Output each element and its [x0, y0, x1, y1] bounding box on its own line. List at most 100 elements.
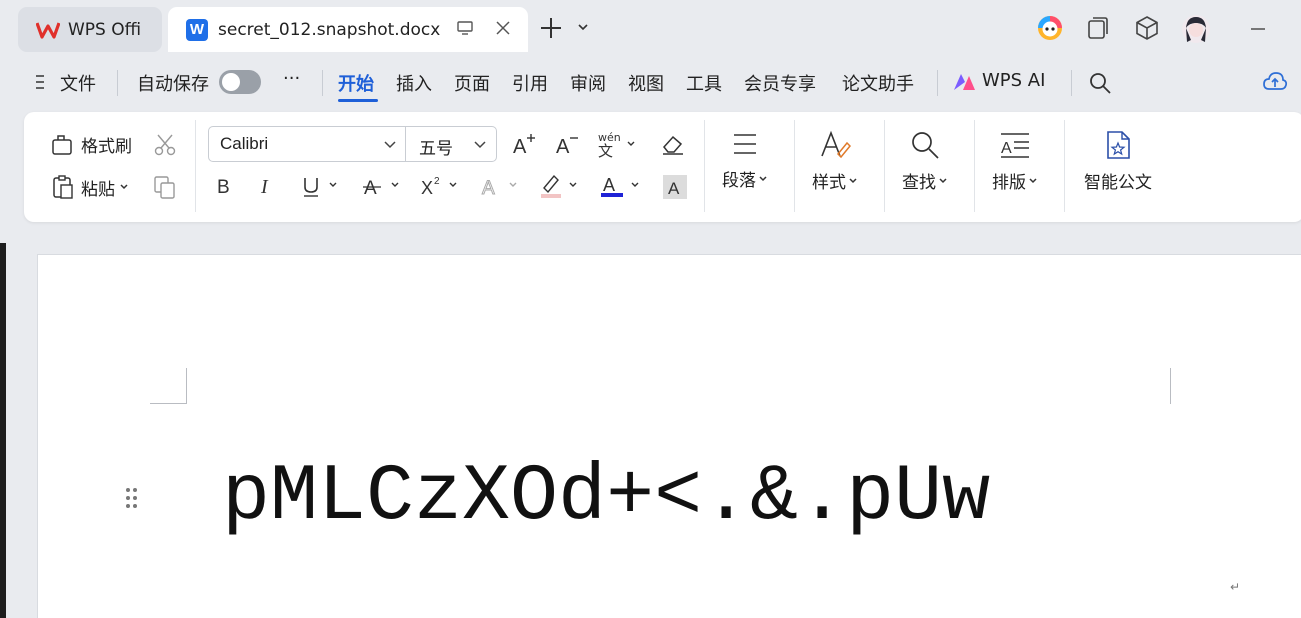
svg-text:X: X: [421, 178, 433, 198]
cloud-upload-icon[interactable]: [1262, 70, 1288, 94]
chevron-down-icon: [849, 177, 857, 183]
chevron-down-icon[interactable]: [383, 139, 397, 151]
phonetic-guide-icon[interactable]: wén 文: [596, 130, 640, 158]
tab-home-label: WPS Offi: [68, 19, 142, 40]
copy-icon[interactable]: [152, 174, 178, 200]
chevron-down-icon: [120, 184, 128, 190]
styles-label: 样式: [812, 173, 846, 193]
format-painter-icon: [52, 134, 72, 155]
font-name-field[interactable]: Calibri: [220, 134, 268, 154]
strikethrough-icon[interactable]: A: [362, 174, 406, 198]
cube-icon[interactable]: [1134, 14, 1160, 42]
divider: [884, 120, 885, 212]
superscript-icon[interactable]: X 2: [420, 174, 464, 198]
paste-label: 粘贴: [81, 179, 115, 200]
chevron-down-icon[interactable]: [473, 139, 487, 151]
font-color-button[interactable]: A: [600, 172, 646, 200]
tab-home-ribbon[interactable]: 开始: [338, 70, 374, 96]
smart-doc-label: 智能公文: [1084, 173, 1152, 193]
ribbon-toolbar: 格式刷 粘贴 Calibri 五号 A A wén 文 B I A X 2 A …: [24, 112, 1301, 222]
writer-doc-icon: W: [186, 18, 208, 41]
text-effect-icon[interactable]: A: [480, 174, 524, 198]
smart-doc-button[interactable]: 智能公文: [1084, 130, 1152, 193]
tab-tools[interactable]: 工具: [686, 70, 722, 96]
window-restore-icon[interactable]: [1086, 14, 1110, 42]
format-painter-button[interactable]: 格式刷: [50, 132, 132, 157]
format-painter-label: 格式刷: [81, 137, 132, 157]
highlight-icon[interactable]: [538, 172, 584, 200]
document-text[interactable]: pMLCzXOd+<.&.pUw: [222, 448, 990, 548]
eraser-icon[interactable]: [660, 132, 686, 156]
chevron-down-icon: [759, 175, 767, 181]
drag-handle-icon[interactable]: [124, 486, 140, 510]
font-size-field[interactable]: 五号: [419, 134, 453, 159]
paragraph-label: 段落: [722, 171, 756, 191]
autosave-label: 自动保存: [137, 74, 209, 95]
tab-thesis-assistant[interactable]: 论文助手: [842, 70, 914, 96]
layout-button[interactable]: A 排版: [992, 130, 1038, 193]
tab-insert[interactable]: 插入: [396, 70, 432, 96]
tab-wps-home[interactable]: WPS Offi: [18, 7, 162, 52]
copilot-avatar-icon[interactable]: [1036, 14, 1064, 42]
decrease-font-size-icon[interactable]: A: [555, 132, 581, 156]
font-selector[interactable]: Calibri 五号: [208, 126, 497, 162]
menu-lines-icon[interactable]: [34, 74, 48, 90]
paragraph-icon: [734, 134, 756, 154]
margin-corner-mark: [1170, 368, 1171, 404]
styles-button[interactable]: 样式: [812, 130, 858, 193]
tab-document[interactable]: W secret_012.snapshot.docx: [168, 7, 528, 52]
character-shading-icon[interactable]: A: [662, 174, 688, 200]
tab-references[interactable]: 引用: [512, 70, 548, 96]
underline-icon[interactable]: [300, 174, 344, 198]
paragraph-mark-icon: ↵: [1230, 580, 1241, 594]
user-avatar[interactable]: [1181, 14, 1211, 44]
menu-bar: 文件 自动保存 ··· 开始 插入 页面 引用 审阅 视图 工具 会员专享 论文…: [0, 60, 1301, 106]
italic-icon[interactable]: I: [256, 174, 278, 198]
smart-doc-icon: [1107, 131, 1130, 159]
paragraph-button[interactable]: 段落: [722, 130, 768, 191]
chevron-down-icon[interactable]: [576, 20, 590, 34]
font-color-icon: A: [601, 175, 639, 197]
increase-font-size-icon[interactable]: A: [512, 132, 538, 156]
paste-button[interactable]: 粘贴: [50, 174, 129, 200]
svg-text:A: A: [364, 178, 377, 198]
menu-file[interactable]: 文件: [60, 70, 96, 96]
left-edge-strip: [0, 243, 6, 618]
wps-ai-icon: [954, 74, 975, 90]
more-menu-button[interactable]: ···: [283, 68, 300, 89]
clipboard-icon: [53, 175, 73, 199]
find-button[interactable]: 查找: [902, 130, 948, 193]
svg-text:I: I: [260, 176, 269, 198]
tab-page[interactable]: 页面: [454, 70, 490, 96]
margin-corner-mark: [150, 368, 187, 404]
close-tab-icon[interactable]: [494, 19, 512, 37]
new-tab-plus-icon[interactable]: [538, 15, 564, 41]
divider: [1064, 120, 1065, 212]
scissors-icon[interactable]: [152, 133, 178, 157]
layout-label: 排版: [992, 173, 1026, 193]
wps-logo-icon: [36, 21, 60, 39]
find-icon: [912, 132, 939, 159]
divider: [794, 120, 795, 212]
svg-text:A: A: [668, 179, 680, 198]
chevron-down-icon: [1029, 177, 1037, 183]
autosave-toggle[interactable]: [219, 70, 261, 94]
bold-icon[interactable]: B: [214, 174, 236, 198]
divider: [937, 70, 938, 96]
tab-member[interactable]: 会员专享: [744, 70, 816, 96]
toggle-knob: [222, 73, 240, 91]
search-icon[interactable]: [1088, 71, 1112, 95]
styles-icon: [821, 130, 851, 159]
tab-view[interactable]: 视图: [628, 70, 664, 96]
svg-text:B: B: [217, 177, 230, 198]
wps-ai-button[interactable]: WPS AI: [982, 70, 1045, 91]
layout-icon: A: [1001, 133, 1029, 158]
svg-text:A: A: [1001, 140, 1012, 157]
minimize-icon[interactable]: [1249, 22, 1267, 36]
tab-review[interactable]: 审阅: [570, 70, 606, 96]
document-page[interactable]: [37, 254, 1301, 618]
svg-text:文: 文: [598, 142, 613, 158]
monitor-icon[interactable]: [456, 19, 474, 37]
tab-document-label: secret_012.snapshot.docx: [218, 19, 441, 40]
divider: [195, 120, 196, 212]
